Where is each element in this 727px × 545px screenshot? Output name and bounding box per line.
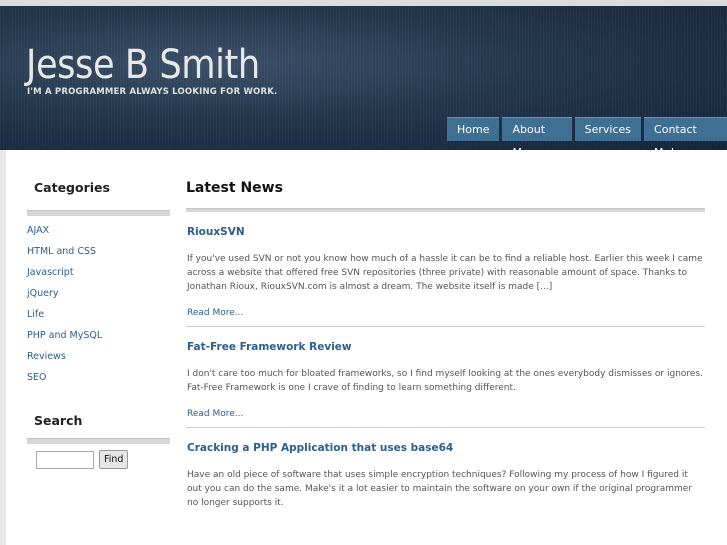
site-tagline: I'M A PROGRAMMER ALWAYS LOOKING FOR WORK…: [27, 87, 278, 97]
category-link-html-css[interactable]: HTML and CSS: [27, 241, 170, 262]
category-link-life[interactable]: Life: [27, 304, 170, 325]
nav-about-me[interactable]: About Me: [502, 117, 572, 150]
post-excerpt: I don't care too much for bloated framew…: [187, 369, 704, 393]
post-item: RiouxSVN If you've used SVN or not you k…: [186, 226, 705, 327]
post-item: Fat-Free Framework Review I don't care t…: [186, 341, 705, 428]
post-excerpt: If you've used SVN or not you know how m…: [187, 254, 703, 292]
category-list: AJAX HTML and CSS Javascript jQuery Life…: [27, 220, 170, 388]
category-link-reviews[interactable]: Reviews: [27, 346, 170, 367]
post-title-link[interactable]: RiouxSVN: [187, 226, 705, 238]
post-title-link[interactable]: Fat-Free Framework Review: [187, 341, 705, 353]
category-link-php-mysql[interactable]: PHP and MySQL: [27, 325, 170, 346]
content-area: Categories AJAX HTML and CSS Javascript …: [6, 150, 727, 545]
post-item: Cracking a PHP Application that uses bas…: [186, 442, 705, 518]
find-button[interactable]: Find: [99, 450, 129, 469]
post-title-link[interactable]: Cracking a PHP Application that uses bas…: [187, 442, 705, 454]
categories-heading: Categories: [34, 180, 110, 195]
nav-home[interactable]: Home: [447, 117, 500, 141]
latest-news-divider: [186, 208, 705, 212]
search-heading: Search: [34, 413, 83, 428]
read-more-link[interactable]: Read More...: [187, 409, 705, 419]
category-link-seo[interactable]: SEO: [27, 367, 170, 388]
site-header: Jesse B Smith I'M A PROGRAMMER ALWAYS LO…: [0, 6, 727, 150]
nav-services[interactable]: Services: [574, 117, 642, 141]
nav-contact-me[interactable]: Contact Me!: [644, 117, 727, 150]
post-excerpt: Have an old piece of software that uses …: [187, 470, 693, 508]
latest-news-heading: Latest News: [186, 180, 283, 196]
main-column: Latest News RiouxSVN If you've used SVN …: [186, 150, 705, 518]
read-more-link[interactable]: Read More...: [187, 308, 705, 318]
search-divider: [27, 438, 170, 444]
main-nav: Home About Me Services Contact Me!: [447, 117, 727, 150]
search-input[interactable]: [36, 450, 94, 469]
category-link-javascript[interactable]: Javascript: [27, 262, 170, 283]
search-form: Find: [27, 450, 170, 469]
site-title[interactable]: Jesse B Smith: [26, 42, 260, 88]
category-link-jquery[interactable]: jQuery: [27, 283, 170, 304]
category-link-ajax[interactable]: AJAX: [27, 220, 170, 241]
sidebar: Categories AJAX HTML and CSS Javascript …: [27, 150, 170, 469]
categories-divider: [27, 210, 170, 216]
